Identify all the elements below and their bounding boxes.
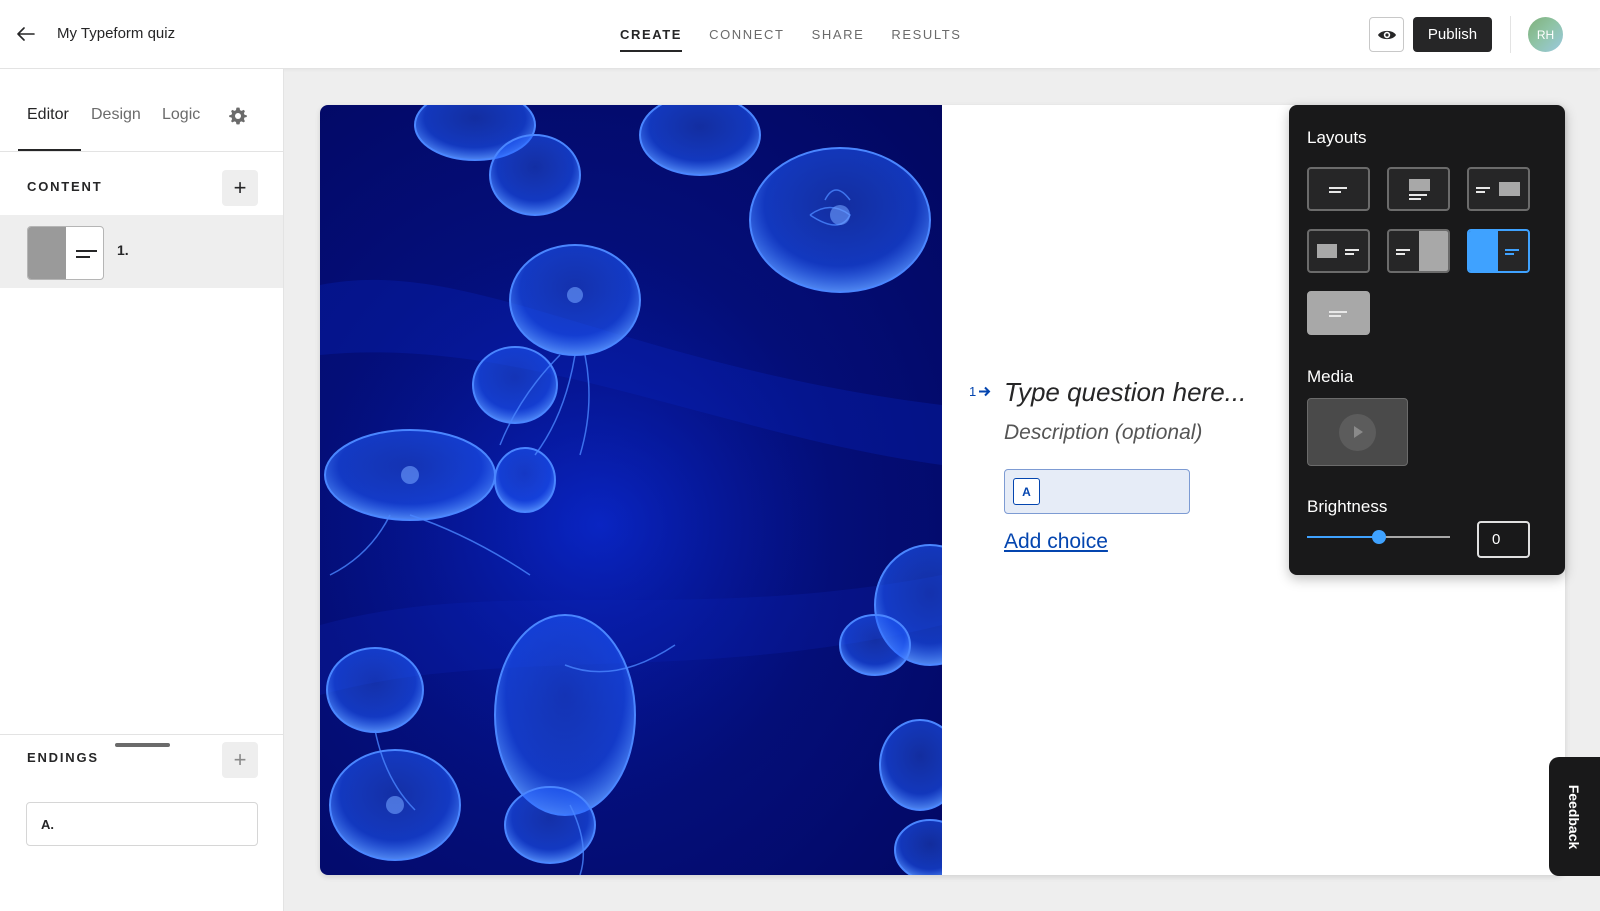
tab-share[interactable]: SHARE bbox=[812, 0, 865, 69]
feedback-label: Feedback bbox=[1566, 784, 1582, 850]
divider bbox=[0, 734, 283, 735]
thumbnail-line bbox=[76, 256, 90, 258]
sidebar: Editor Design Logic CONTENT + 1. ENDINGS… bbox=[0, 69, 284, 911]
avatar[interactable]: RH bbox=[1528, 17, 1563, 52]
media-heading: Media bbox=[1307, 367, 1354, 386]
jellyfish-illustration bbox=[320, 105, 942, 875]
layout-option-image-left[interactable] bbox=[1307, 229, 1370, 273]
thumbnail-image-area bbox=[28, 227, 66, 279]
top-bar: My Typeform quiz CREATE CONNECT SHARE RE… bbox=[0, 0, 1600, 69]
layout-line bbox=[1329, 311, 1347, 313]
question-number-label: 1 bbox=[969, 384, 977, 399]
question-layout-thumbnail bbox=[27, 226, 104, 280]
layout-option-image-right[interactable] bbox=[1467, 167, 1530, 211]
sidebar-tabs: Editor Design Logic bbox=[0, 69, 284, 152]
layout-option-text-only[interactable] bbox=[1307, 167, 1370, 211]
layout-image-block bbox=[1499, 182, 1520, 196]
play-triangle bbox=[1353, 426, 1363, 438]
layout-option-split-right[interactable] bbox=[1387, 229, 1450, 273]
question-description-input[interactable]: Description (optional) bbox=[1004, 421, 1202, 445]
layout-option-split-left[interactable] bbox=[1467, 229, 1530, 273]
tab-logic[interactable]: Logic bbox=[162, 106, 200, 124]
preview-button[interactable] bbox=[1369, 17, 1404, 52]
brightness-slider[interactable] bbox=[1307, 530, 1450, 544]
brightness-slider-fill bbox=[1307, 536, 1379, 538]
choice-a-input[interactable]: A bbox=[1004, 469, 1190, 514]
brightness-value-input[interactable] bbox=[1477, 521, 1530, 558]
layouts-heading: Layouts bbox=[1307, 128, 1367, 147]
endings-section-label: ENDINGS bbox=[27, 750, 99, 765]
content-section-label: CONTENT bbox=[27, 179, 103, 194]
arrow-right-icon bbox=[979, 386, 991, 397]
tab-results[interactable]: RESULTS bbox=[891, 0, 961, 69]
layout-line bbox=[1396, 253, 1405, 255]
question-number-indicator: 1 bbox=[969, 384, 991, 399]
gear-icon[interactable] bbox=[228, 106, 248, 126]
tab-editor[interactable]: Editor bbox=[27, 106, 69, 124]
play-icon bbox=[1339, 413, 1376, 451]
add-choice-link[interactable]: Add choice bbox=[1004, 530, 1108, 554]
layout-line bbox=[1409, 198, 1421, 200]
active-tab-indicator bbox=[18, 149, 81, 151]
layout-line bbox=[1345, 253, 1354, 255]
add-ending-button[interactable]: + bbox=[222, 742, 258, 778]
divider bbox=[1510, 16, 1511, 53]
layout-line bbox=[1476, 191, 1485, 193]
brightness-heading: Brightness bbox=[1307, 497, 1388, 516]
layout-image-block bbox=[1409, 179, 1430, 191]
question-number: 1. bbox=[117, 242, 129, 258]
layout-line bbox=[1409, 194, 1427, 196]
layout-line bbox=[1505, 249, 1519, 251]
layout-option-image-top[interactable] bbox=[1387, 167, 1450, 211]
layout-line bbox=[1329, 191, 1341, 193]
layout-line bbox=[1329, 187, 1347, 189]
tab-connect[interactable]: CONNECT bbox=[709, 0, 784, 69]
layout-image-block bbox=[1469, 231, 1498, 271]
layout-line bbox=[1329, 315, 1341, 317]
layout-line bbox=[1505, 253, 1514, 255]
layout-line bbox=[1345, 249, 1359, 251]
publish-button[interactable]: Publish bbox=[1413, 17, 1492, 52]
brightness-slider-thumb[interactable] bbox=[1371, 530, 1386, 544]
media-video-button[interactable] bbox=[1307, 398, 1408, 466]
question-title-input[interactable]: Type question here... bbox=[1004, 377, 1246, 408]
layout-option-background[interactable] bbox=[1307, 291, 1370, 335]
arrow-left-icon bbox=[17, 27, 35, 41]
tab-design[interactable]: Design bbox=[91, 106, 141, 124]
layout-panel: Layouts Media Brightness 0 bbox=[1289, 105, 1565, 575]
question-list-item[interactable]: 1. bbox=[0, 215, 283, 288]
thumbnail-line bbox=[76, 250, 97, 252]
layout-line bbox=[1476, 187, 1490, 189]
add-content-button[interactable]: + bbox=[222, 170, 258, 206]
main-tabs: CREATE CONNECT SHARE RESULTS bbox=[620, 0, 989, 69]
choice-key-badge: A bbox=[1013, 478, 1040, 505]
resize-handle[interactable] bbox=[115, 743, 170, 747]
layout-image-block bbox=[1419, 231, 1448, 271]
feedback-button[interactable]: Feedback bbox=[1549, 757, 1600, 876]
layout-line bbox=[1396, 249, 1410, 251]
ending-label: A. bbox=[41, 817, 54, 832]
form-title[interactable]: My Typeform quiz bbox=[57, 25, 175, 42]
jellyfish-image[interactable] bbox=[320, 105, 942, 875]
layout-image-block bbox=[1317, 244, 1337, 258]
eye-icon bbox=[1377, 30, 1396, 39]
tab-create[interactable]: CREATE bbox=[620, 0, 683, 69]
ending-list-item[interactable]: A. bbox=[26, 802, 258, 846]
back-button[interactable] bbox=[14, 22, 38, 46]
